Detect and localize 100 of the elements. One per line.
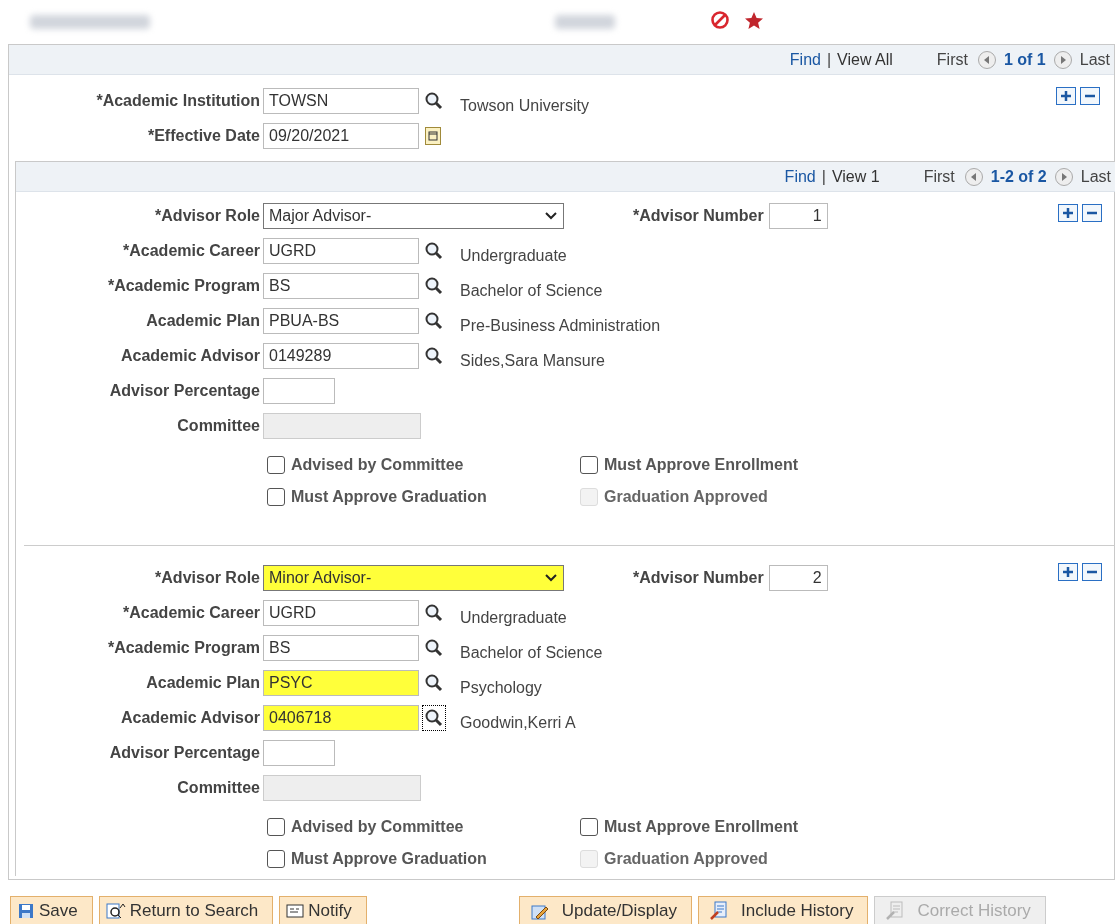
save-icon [17,902,35,920]
row-count: 1-2 of 2 [990,166,1047,187]
checkbox-label: Advised by Committee [291,455,464,475]
dropdown[interactable]: Minor Advisor- [263,564,564,591]
button[interactable]: Return to Search [98,896,274,924]
input-field[interactable]: 2 [768,564,828,591]
add-row-button[interactable] [1058,563,1078,581]
checkbox[interactable] [580,818,598,836]
field-description: Goodwin,Kerri A [460,712,576,733]
field-label: *Advisor Role [154,567,261,588]
dropdown[interactable]: Major Advisor- [263,202,564,229]
plus-icon [1060,90,1072,102]
field-label: *Effective Date [146,125,261,146]
field-label: *Advisor Role [154,205,261,226]
input-field[interactable]: 0149289 [263,342,419,369]
document-icon [709,901,729,921]
field-label: *Advisor Number [633,205,765,226]
nav-link[interactable]: Last [1079,47,1110,72]
checkbox[interactable] [580,456,598,474]
field-label: *Academic Institution [95,90,261,111]
delete-row-button[interactable] [1080,87,1100,105]
input-field[interactable] [263,377,335,404]
separator: | [825,49,833,70]
field-description: Bachelor of Science [460,280,603,301]
chevron-down-icon [544,572,558,583]
add-row-button[interactable] [1058,204,1078,222]
field-label: Advisor Percentage [108,742,261,763]
field-label: Committee [176,415,261,436]
button[interactable]: Include History [698,896,869,924]
blurred-text [555,15,615,29]
checkbox-label: Graduation Approved [604,849,768,869]
checkbox[interactable] [267,850,285,868]
input-field[interactable] [263,412,421,439]
field-label: *Academic Career [122,240,261,261]
checkbox-label: Advised by Committee [291,817,464,837]
plus-icon [1062,566,1074,578]
chevron-down-icon [544,210,558,221]
search-icon [105,902,126,920]
nav-link[interactable]: First [936,47,968,72]
checkbox-label: Must Approve Enrollment [604,455,799,475]
nav-link[interactable]: View All [837,47,893,72]
delete-row-button[interactable] [1082,563,1102,581]
previous-icon[interactable] [977,50,996,69]
field-label: Committee [176,777,261,798]
nav-link[interactable]: Find [784,164,816,189]
input-field[interactable]: PBUA-BS [263,307,419,334]
field-label: Academic Plan [145,310,261,331]
input-field[interactable]: 09/20/2021 [263,122,419,149]
next-icon[interactable] [1053,50,1072,69]
field-label: *Academic Career [122,602,261,623]
document-icon [885,901,906,921]
add-row-button[interactable] [1056,87,1076,105]
button: Correct History [874,896,1046,924]
delete-row-button[interactable] [1082,204,1102,222]
field-label: Advisor Percentage [108,380,261,401]
field-label: Academic Advisor [120,707,261,728]
input-field[interactable]: UGRD [263,237,419,264]
nav-link[interactable]: First [923,164,955,189]
input-field[interactable]: TOWSN [263,87,419,114]
calendar-icon[interactable] [425,126,441,145]
field-label: Academic Plan [145,672,261,693]
nav-link[interactable]: Find [789,47,821,72]
checkbox[interactable] [267,818,285,836]
search-icon[interactable] [422,704,446,731]
input-field[interactable] [263,774,421,801]
input-field[interactable]: PSYC [263,669,419,696]
field-label: Academic Advisor [120,345,261,366]
field-description: Undergraduate [460,245,567,266]
field-label: *Advisor Number [633,567,765,588]
field-description: Pre-Business Administration [460,315,661,336]
nav-link[interactable]: Last [1080,164,1111,189]
field-label: *Academic Program [106,637,261,658]
next-icon[interactable] [1054,167,1073,186]
input-field[interactable]: 0406718 [263,704,419,731]
star-icon [744,11,764,31]
checkbox-label: Must Approve Graduation [291,849,487,869]
button[interactable]: Update/Display [518,896,692,924]
field-description: Undergraduate [460,607,567,628]
input-field[interactable]: UGRD [263,599,419,626]
checkbox-label: Graduation Approved [604,487,768,507]
input-field[interactable]: 1 [768,202,828,229]
row-count: 1 of 1 [1003,49,1046,70]
button[interactable]: Save [10,896,93,924]
note-icon [286,903,305,919]
button[interactable]: Notify [279,896,367,924]
field-description: Sides,Sara Mansure [460,350,605,371]
input-field[interactable] [263,739,335,766]
input-field[interactable]: BS [263,272,419,299]
prohibited-icon [710,10,730,30]
checkbox-label: Must Approve Graduation [291,487,487,507]
field-description: Towson University [460,95,589,116]
nav-link[interactable]: View 1 [831,164,880,189]
input-field[interactable]: BS [263,634,419,661]
checkbox-label: Must Approve Enrollment [604,817,799,837]
plus-icon [1062,207,1074,219]
checkbox[interactable] [267,488,285,506]
field-label: *Academic Program [106,275,261,296]
checkbox[interactable] [267,456,285,474]
field-description: Psychology [460,677,542,698]
previous-icon[interactable] [964,167,983,186]
